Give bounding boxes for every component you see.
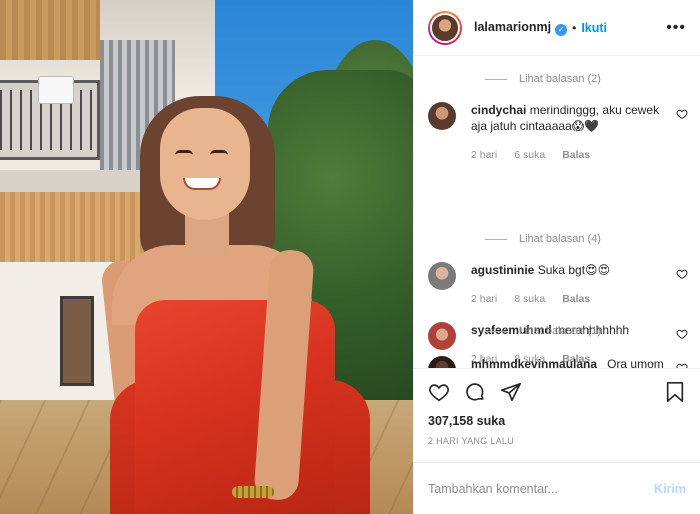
comment-text: Suka bgt😍😍 <box>537 263 611 277</box>
reply-button[interactable]: Balas <box>562 291 590 307</box>
profile-avatar[interactable] <box>428 10 462 45</box>
reply-button[interactable]: Balas <box>562 147 590 163</box>
profile-username[interactable]: lalamarionmj ✓ <box>474 20 568 36</box>
post-comment-button[interactable]: Kirim <box>654 482 686 496</box>
comment-like-heart-icon[interactable] <box>676 268 688 280</box>
header-separator: • <box>572 20 577 35</box>
comment-input[interactable] <box>428 481 655 496</box>
heart-icon[interactable] <box>428 381 450 403</box>
post-actions <box>414 368 700 414</box>
comment-item: mhmmdkevinmaulana_ Ora umom <box>428 356 688 368</box>
comment-likes[interactable]: 6 suka <box>514 147 545 163</box>
instagram-post: lalamarionmj ✓ • Ikuti ••• Lihat balasan … <box>0 0 700 514</box>
comment-icon[interactable] <box>464 381 486 403</box>
comment-like-heart-icon[interactable] <box>676 362 688 368</box>
comment-time[interactable]: 2 hari <box>471 147 497 163</box>
comment-username[interactable]: cindychai <box>471 103 526 117</box>
comment-username[interactable]: mhmmdkevinmaulana_ <box>471 357 604 368</box>
comment-item: cindychai merindinggg, aku cewek aja jat… <box>428 102 688 163</box>
comment-item: agustininie Suka bgt😍😍 2 hari 8 suka Bal… <box>428 262 688 307</box>
post-header: lalamarionmj ✓ • Ikuti ••• <box>414 0 700 56</box>
photo-person <box>0 0 413 514</box>
add-comment-bar: Kirim <box>414 462 700 514</box>
comment-like-heart-icon[interactable] <box>676 108 688 120</box>
post-timestamp[interactable]: 2 HARI YANG LALU <box>414 436 700 462</box>
comment-username[interactable]: agustininie <box>471 263 534 277</box>
comment-avatar[interactable] <box>428 262 456 290</box>
follow-button[interactable]: Ikuti <box>581 21 607 35</box>
post-photo[interactable] <box>0 0 413 514</box>
view-replies-button[interactable]: Lihat balasan (4) <box>485 232 601 246</box>
comment-avatar[interactable] <box>428 322 456 350</box>
comment-avatar[interactable] <box>428 356 456 368</box>
comment-meta: 2 hari 6 suka Balas <box>471 147 666 163</box>
comment-avatar[interactable] <box>428 102 456 130</box>
bookmark-icon[interactable] <box>664 381 686 403</box>
share-icon[interactable] <box>500 381 522 403</box>
view-replies-button[interactable]: Lihat balasan (2) <box>485 72 601 86</box>
comment-like-heart-icon[interactable] <box>676 328 688 340</box>
comment-likes[interactable]: 8 suka <box>514 291 545 307</box>
verified-badge-icon: ✓ <box>555 23 568 36</box>
comments-list[interactable]: Lihat balasan (2) cindychai merindinggg,… <box>414 56 700 368</box>
comment-text: Ora umom <box>607 357 664 368</box>
bracelet <box>232 486 274 498</box>
more-options-icon[interactable]: ••• <box>666 19 686 37</box>
comment-time[interactable]: 2 hari <box>471 291 497 307</box>
view-replies-button[interactable]: Lihat balasan (1) <box>485 324 601 338</box>
likes-count[interactable]: 307,158 suka <box>414 414 700 434</box>
comment-meta: 2 hari 8 suka Balas <box>471 291 666 307</box>
post-side-panel: lalamarionmj ✓ • Ikuti ••• Lihat balasan … <box>413 0 700 514</box>
